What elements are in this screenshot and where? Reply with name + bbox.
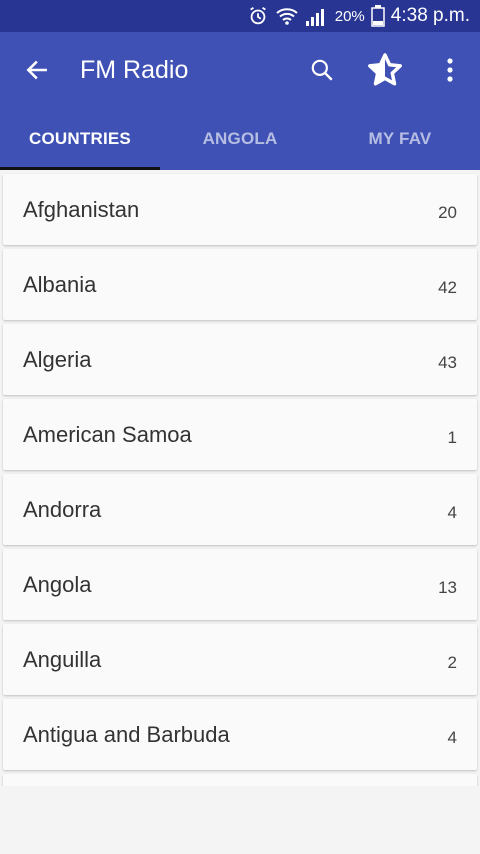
station-count: 43: [438, 352, 457, 372]
star-icon: [368, 53, 402, 86]
back-arrow-icon: [26, 60, 47, 80]
more-vert-icon: [447, 58, 453, 82]
country-name: Anguilla: [23, 646, 102, 672]
favorite-button[interactable]: [350, 32, 420, 108]
battery-icon: [371, 5, 385, 27]
more-options-button[interactable]: [420, 32, 480, 108]
battery-percent: 20%: [334, 7, 365, 25]
station-count: 4: [447, 502, 457, 522]
country-name: Algeria: [23, 346, 92, 372]
tab-angola[interactable]: ANGOLA: [160, 108, 320, 170]
back-button[interactable]: [0, 32, 74, 108]
list-item[interactable]: Angola 13: [3, 549, 477, 620]
list-item[interactable]: Antigua and Barbuda 4: [3, 699, 477, 770]
station-count: 13: [438, 577, 457, 597]
station-count: 20: [438, 202, 457, 222]
wifi-icon: [275, 4, 299, 28]
clock: 4:38 p.m.: [390, 5, 470, 26]
tab-bar: COUNTRIES ANGOLA MY FAV: [0, 108, 480, 170]
country-name: Albania: [23, 271, 97, 297]
list-item[interactable]: American Samoa 1: [3, 399, 477, 470]
country-name: American Samoa: [23, 421, 192, 447]
signal-icon: [305, 5, 329, 27]
app-bar: FM Radio: [0, 32, 480, 108]
country-name: Andorra: [23, 496, 102, 522]
alarm-icon: [247, 5, 269, 27]
list-item[interactable]: Algeria 43: [3, 324, 477, 395]
list-item-partial[interactable]: [3, 774, 477, 786]
list-item[interactable]: Anguilla 2: [3, 624, 477, 695]
country-name: Antigua and Barbuda: [23, 721, 230, 747]
search-icon: [311, 59, 333, 81]
country-list[interactable]: Afghanistan 20 Albania 42 Algeria 43 Ame…: [0, 170, 480, 786]
status-bar: 20% 4:38 p.m.: [0, 0, 480, 32]
list-item[interactable]: Albania 42: [3, 249, 477, 320]
list-item[interactable]: Afghanistan 20: [3, 174, 477, 245]
station-count: 1: [447, 427, 457, 447]
country-name: Angola: [23, 571, 92, 597]
list-item[interactable]: Andorra 4: [3, 474, 477, 545]
station-count: 4: [447, 727, 457, 747]
search-button[interactable]: [294, 32, 350, 108]
app-title: FM Radio: [80, 55, 189, 84]
country-name: Afghanistan: [23, 196, 140, 222]
tab-my-fav[interactable]: MY FAV: [320, 108, 480, 170]
station-count: 42: [438, 277, 457, 297]
station-count: 2: [447, 652, 457, 672]
tab-countries[interactable]: COUNTRIES: [0, 108, 160, 170]
